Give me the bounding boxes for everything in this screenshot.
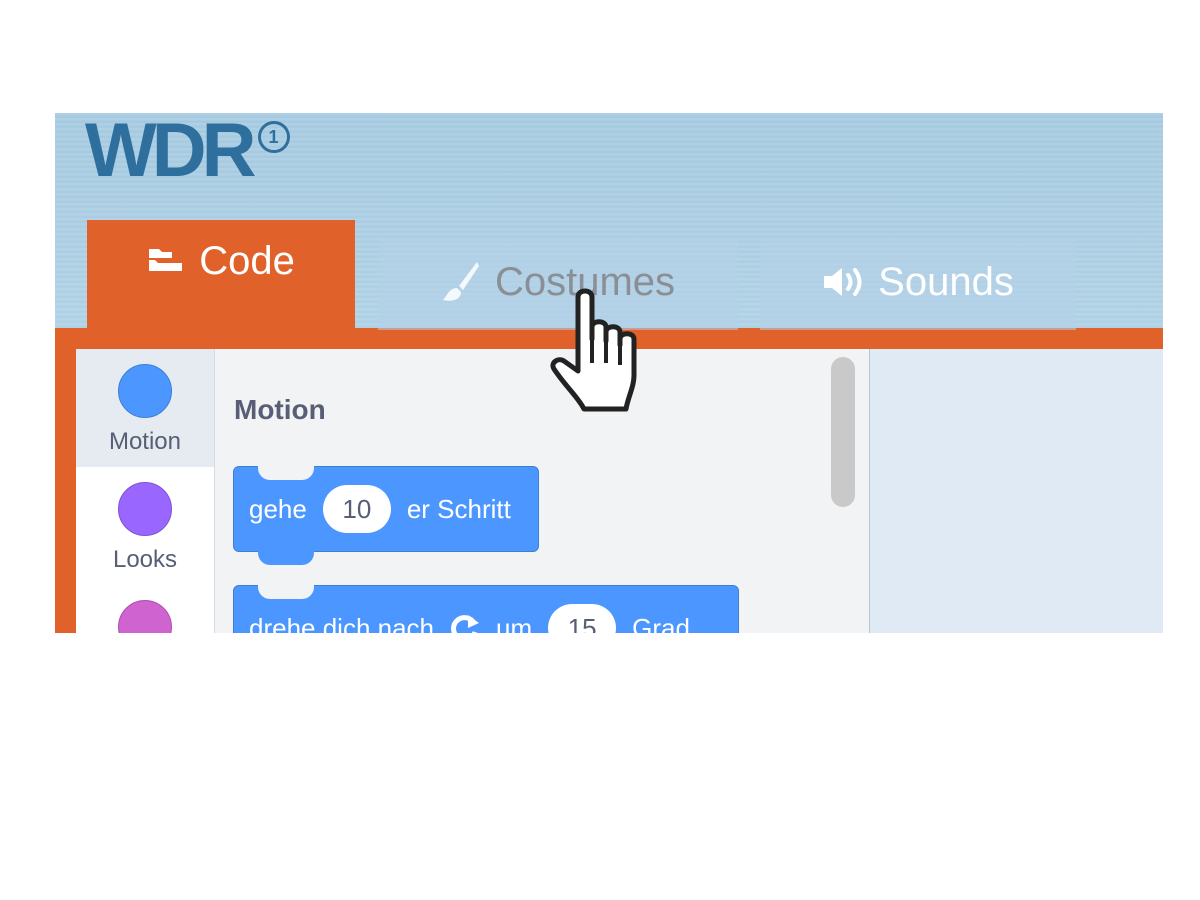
tab-code[interactable]: Code — [87, 220, 355, 330]
logo-badge: 1 — [257, 121, 290, 153]
block-text: er Schritt — [406, 493, 511, 524]
palette-title: Motion — [234, 394, 326, 425]
sound-color-dot — [118, 600, 172, 633]
category-motion[interactable]: Motion — [76, 349, 214, 467]
move-steps-block[interactable]: gehe 10 er Schritt — [233, 466, 539, 565]
code-blocks-icon — [147, 247, 185, 275]
block-tab — [258, 551, 314, 565]
turn-right-block[interactable]: drehe dich nach um 15 Grad — [233, 585, 739, 633]
wdr-logo: WDR 1 — [85, 113, 290, 193]
tab-label: Code — [199, 238, 295, 283]
block-text: drehe dich nach — [249, 612, 435, 634]
block-text: gehe — [249, 493, 307, 524]
block-text: um — [496, 612, 533, 634]
rotate-right-icon — [448, 611, 482, 633]
block-palette: Motion gehe 10 er Schritt drehe dich nac… — [215, 349, 870, 633]
category-looks[interactable]: Looks — [76, 467, 214, 585]
speaker-icon — [822, 264, 864, 300]
steps-input[interactable]: 10 — [322, 485, 391, 533]
logo-text: WDR — [85, 113, 257, 193]
block-notch — [258, 466, 314, 480]
block-text: Grad — [632, 612, 690, 634]
hand-pointer-icon — [548, 287, 652, 415]
looks-color-dot — [118, 482, 172, 536]
degrees-input[interactable]: 15 — [548, 604, 617, 633]
tab-sounds[interactable]: Sounds — [760, 240, 1076, 330]
category-label: Looks — [112, 546, 178, 573]
paintbrush-icon — [441, 260, 481, 304]
palette-scrollbar[interactable] — [831, 357, 855, 507]
category-label: Motion — [108, 428, 182, 455]
category-menu: Motion Looks — [76, 349, 215, 633]
code-workspace[interactable] — [870, 349, 1163, 633]
block-notch — [258, 585, 314, 599]
motion-color-dot — [118, 364, 172, 418]
category-sound[interactable] — [76, 585, 214, 633]
tab-label: Sounds — [878, 259, 1014, 304]
